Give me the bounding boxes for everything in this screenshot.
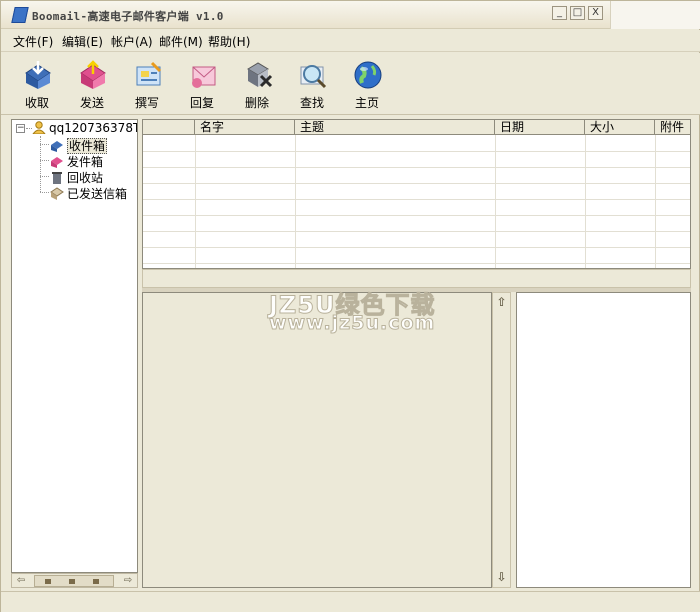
message-body-pane[interactable]	[516, 292, 691, 588]
tree-item-outbox[interactable]: 发件箱	[50, 153, 104, 169]
home-globe-icon	[354, 61, 382, 89]
tree-connector	[40, 176, 49, 177]
tree-item-label: 收件箱	[67, 138, 108, 154]
grid-line	[143, 231, 690, 232]
search-label: 查找	[299, 96, 324, 110]
column-header-flag[interactable]	[143, 120, 195, 135]
grid-line	[495, 135, 496, 268]
receive-button[interactable]: 收取	[12, 57, 62, 111]
menu-file[interactable]: 文件(F)	[13, 33, 53, 50]
scroll-right-arrow-icon[interactable]: ⇨	[120, 575, 136, 587]
tree-horizontal-scrollbar[interactable]: ⇦ ⇨	[11, 573, 138, 588]
grid-line	[143, 167, 690, 168]
grid-line	[143, 199, 690, 200]
tree-collapse-toggle[interactable]: −	[16, 124, 25, 133]
column-header-name[interactable]: 名字	[195, 120, 295, 135]
maximize-button[interactable]: □	[570, 6, 585, 20]
tree-item-label: 发件箱	[67, 155, 104, 169]
outbox-icon	[51, 157, 63, 168]
thumb-grip	[45, 579, 51, 584]
toolbar: 收取 发送 撰写 回复 删除 查找 主页	[1, 53, 700, 115]
menu-help[interactable]: 帮助(H)	[208, 33, 250, 50]
grid-line	[143, 247, 690, 248]
column-header-size[interactable]: 大小	[585, 120, 655, 135]
grid-line	[195, 135, 196, 268]
menu-bar: 文件(F) 编辑(E) 帐户(A) 邮件(M) 帮助(H)	[1, 30, 700, 52]
menu-account[interactable]: 帐户(A)	[111, 33, 153, 50]
scroll-down-arrow-icon[interactable]: ⇩	[494, 570, 509, 585]
reply-icon	[192, 66, 216, 88]
delete-label: 删除	[244, 96, 269, 110]
home-button[interactable]: 主页	[342, 57, 392, 111]
column-header-date[interactable]: 日期	[495, 120, 585, 135]
menu-edit[interactable]: 编辑(E)	[62, 33, 103, 50]
delete-icon	[247, 62, 273, 88]
tree-item-recycle-bin[interactable]: 回收站	[50, 169, 104, 185]
thumb-grip	[69, 579, 75, 584]
send-button[interactable]: 发送	[67, 57, 117, 111]
reply-button[interactable]: 回复	[177, 57, 227, 111]
scroll-left-arrow-icon[interactable]: ⇦	[13, 575, 29, 587]
app-book-icon	[11, 7, 29, 23]
tree-connector	[40, 192, 49, 193]
receive-label: 收取	[24, 96, 49, 110]
grid-line	[585, 135, 586, 268]
search-icon	[300, 65, 327, 89]
home-label: 主页	[354, 96, 379, 110]
app-window: Boomail-高速电子邮件客户端 v1.0 _ □ X 文件(F) 编辑(E)…	[0, 0, 700, 612]
tree-account[interactable]: qq120736378T@q	[32, 121, 137, 136]
grid-line	[295, 135, 296, 268]
close-button[interactable]: X	[588, 6, 603, 20]
message-list[interactable]: 名字 主题 日期 大小 附件	[142, 119, 691, 269]
send-label: 发送	[79, 96, 104, 110]
tree-item-label: 回收站	[67, 171, 104, 185]
search-button[interactable]: 查找	[287, 57, 337, 111]
inbox-icon	[51, 141, 63, 152]
thumb-grip	[93, 579, 99, 584]
folder-tree[interactable]: − qq120736378T@q 收件箱 发件箱 回收站	[11, 119, 138, 573]
scroll-thumb[interactable]	[34, 575, 114, 587]
minimize-button[interactable]: _	[552, 6, 567, 20]
account-label: qq120736378T@q	[49, 121, 137, 135]
column-header-subject[interactable]: 主题	[295, 120, 495, 135]
grid-line	[655, 135, 656, 268]
tree-connector	[40, 144, 49, 145]
compose-button[interactable]: 撰写	[122, 57, 172, 111]
title-bar-blank-area	[610, 1, 700, 29]
message-header-pane	[142, 292, 492, 588]
watermark-url: www.jz5u.com	[268, 312, 436, 335]
status-bar	[1, 591, 700, 612]
preview-vertical-scrollbar[interactable]: ⇧ ⇩	[492, 292, 511, 588]
grid-line	[143, 263, 690, 264]
grid-line	[143, 151, 690, 152]
scroll-up-arrow-icon[interactable]: ⇧	[494, 295, 509, 310]
window-title: Boomail-高速电子邮件客户端 v1.0	[32, 10, 224, 23]
grid-line	[143, 183, 690, 184]
title-bar: Boomail-高速电子邮件客户端 v1.0 _ □ X	[1, 1, 700, 29]
tree-item-sent[interactable]: 已发送信箱	[50, 185, 128, 201]
compose-label: 撰写	[134, 96, 159, 110]
receive-icon	[25, 61, 51, 89]
sent-folder-icon	[50, 187, 64, 200]
delete-button[interactable]: 删除	[232, 57, 282, 111]
tree-item-label: 已发送信箱	[67, 187, 128, 201]
compose-icon	[136, 61, 162, 86]
tree-item-inbox[interactable]: 收件箱	[50, 137, 108, 154]
trash-icon	[52, 172, 62, 184]
column-header-attachment[interactable]: 附件	[655, 120, 690, 135]
send-icon	[80, 60, 106, 89]
menu-mail[interactable]: 邮件(M)	[159, 33, 203, 50]
user-icon	[32, 121, 46, 134]
grid-line	[143, 215, 690, 216]
tree-connector	[40, 160, 49, 161]
reply-label: 回复	[189, 96, 214, 110]
